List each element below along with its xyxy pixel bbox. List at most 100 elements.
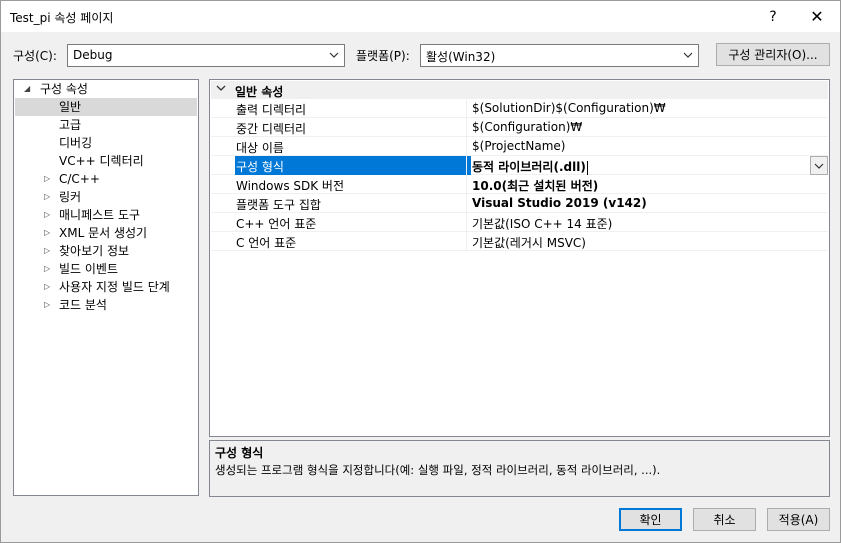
tree-item[interactable]: VC++ 디렉터리 bbox=[15, 152, 197, 170]
tree-item-label: VC++ 디렉터리 bbox=[59, 154, 144, 168]
tree-item-label: 매니페스트 도구 bbox=[59, 208, 141, 222]
property-name: 출력 디렉터리 bbox=[236, 103, 307, 117]
tree-item-label: 고급 bbox=[59, 118, 82, 132]
property-value: 기본값(ISO C++ 14 표준) bbox=[472, 215, 612, 232]
property-value-text: $(SolutionDir)$(Configuration)₩ bbox=[472, 101, 666, 115]
tree-item-label: 일반 bbox=[59, 100, 82, 114]
property-value-text: 기본값(ISO C++ 14 표준) bbox=[472, 217, 613, 231]
column-divider[interactable] bbox=[466, 118, 467, 137]
tree-item-label: 찾아보기 정보 bbox=[59, 244, 130, 258]
description-text: 생성되는 프로그램 형식을 지정합니다(예: 실행 파일, 정적 라이브러리, … bbox=[215, 463, 661, 477]
property-name: Windows SDK 버전 bbox=[236, 179, 345, 193]
property-pages-dialog: Test_pi 속성 페이지 ? ✕ 구성(C): Debug 플랫폼(P): … bbox=[0, 0, 841, 543]
tree-item[interactable]: ▷ 사용자 지정 빌드 단계 bbox=[15, 278, 197, 296]
property-value-text: Visual Studio 2019 (v142) bbox=[472, 196, 647, 210]
tree-item[interactable]: 일반 bbox=[15, 98, 197, 116]
expand-triangle-icon[interactable]: ▷ bbox=[44, 188, 50, 206]
tree-item[interactable]: 고급 bbox=[15, 116, 197, 134]
column-divider[interactable] bbox=[466, 213, 467, 232]
property-value: $(Configuration)₩ bbox=[472, 120, 582, 134]
property-value-text: 기본값(레거시 MSVC) bbox=[472, 236, 586, 250]
chevron-down-icon bbox=[328, 48, 340, 62]
property-row[interactable]: 대상 이름 $(ProjectName) bbox=[211, 137, 828, 156]
window-title: Test_pi 속성 페이지 bbox=[10, 11, 114, 25]
configuration-label: 구성(C): bbox=[13, 49, 57, 63]
expand-triangle-icon[interactable]: ▷ bbox=[44, 296, 50, 314]
tree-item-label: C/C++ bbox=[59, 172, 100, 186]
tree-item[interactable]: ▷ 빌드 이벤트 bbox=[15, 260, 197, 278]
text-caret bbox=[586, 160, 588, 175]
expand-triangle-icon[interactable]: ▷ bbox=[44, 206, 50, 224]
property-grid[interactable]: 일반 속성 출력 디렉터리 $(SolutionDir)$(Configurati… bbox=[209, 79, 830, 437]
configuration-value: Debug bbox=[73, 48, 113, 62]
description-panel: 구성 형식 생성되는 프로그램 형식을 지정합니다(예: 실행 파일, 정적 라… bbox=[209, 440, 830, 497]
tree-item-label: 빌드 이벤트 bbox=[59, 262, 119, 276]
column-divider[interactable] bbox=[466, 232, 467, 251]
property-name: C++ 언어 표준 bbox=[236, 217, 317, 231]
tree-item[interactable]: ▷ XML 문서 생성기 bbox=[15, 224, 197, 242]
category-label: 일반 속성 bbox=[235, 85, 284, 99]
tree-item[interactable]: ▷ 매니페스트 도구 bbox=[15, 206, 197, 224]
property-value-text: $(ProjectName) bbox=[472, 139, 566, 153]
configuration-combo[interactable]: Debug bbox=[67, 44, 345, 67]
column-divider[interactable] bbox=[466, 156, 467, 175]
property-row[interactable]: C 언어 표준 기본값(레거시 MSVC) bbox=[211, 232, 828, 251]
property-name: C 언어 표준 bbox=[236, 236, 297, 250]
collapse-chevron-icon[interactable] bbox=[216, 83, 226, 96]
column-divider[interactable] bbox=[466, 175, 467, 194]
expand-triangle-icon[interactable]: ▷ bbox=[44, 170, 50, 188]
tree-item[interactable]: ▷ C/C++ bbox=[15, 170, 197, 188]
tree-item[interactable]: ▷ 찾아보기 정보 bbox=[15, 242, 197, 260]
property-value: Visual Studio 2019 (v142) bbox=[472, 196, 647, 210]
property-value-text: 10.0(최근 설치된 버전) bbox=[472, 179, 599, 193]
platform-value: 활성(Win32) bbox=[426, 50, 496, 64]
chevron-down-icon bbox=[682, 48, 694, 62]
platform-label: 플랫폼(P): bbox=[356, 49, 410, 63]
expand-triangle-icon[interactable]: ▷ bbox=[44, 242, 50, 260]
property-value: $(SolutionDir)$(Configuration)₩ bbox=[472, 101, 666, 115]
column-divider[interactable] bbox=[466, 194, 467, 213]
title-bar: Test_pi 속성 페이지 ? ✕ bbox=[1, 1, 840, 32]
property-tree[interactable]: ◢ 구성 속성 일반고급디버깅 VC++ 디렉터리 ▷ C/C++ ▷ 링커 ▷ 매니페스트 … bbox=[13, 79, 199, 496]
cancel-button[interactable]: 취소 bbox=[693, 508, 756, 531]
property-row[interactable]: 플랫폼 도구 집합 Visual Studio 2019 (v142) bbox=[211, 194, 828, 213]
property-row[interactable]: 구성 형식 동적 라이브러리(.dll) bbox=[211, 156, 828, 175]
expand-triangle-icon[interactable]: ▷ bbox=[44, 224, 50, 242]
ok-button[interactable]: 확인 bbox=[619, 508, 682, 531]
property-value: 기본값(레거시 MSVC) bbox=[472, 234, 586, 251]
help-button[interactable]: ? bbox=[753, 1, 793, 32]
tree-item-label: 코드 분석 bbox=[59, 298, 107, 312]
property-value: $(ProjectName) bbox=[472, 139, 565, 153]
property-name: 플랫폼 도구 집합 bbox=[236, 198, 321, 212]
expand-triangle-icon[interactable]: ▷ bbox=[44, 278, 50, 296]
property-value[interactable]: 동적 라이브러리(.dll) bbox=[472, 158, 588, 175]
property-value: 10.0(최근 설치된 버전) bbox=[472, 177, 598, 194]
tree-item-configuration-properties[interactable]: ◢ 구성 속성 bbox=[15, 80, 197, 98]
close-button[interactable]: ✕ bbox=[797, 1, 837, 32]
expanded-triangle-icon[interactable]: ◢ bbox=[24, 80, 30, 98]
property-name: 중간 디렉터리 bbox=[236, 122, 307, 136]
property-name: 대상 이름 bbox=[236, 141, 284, 155]
tree-item-label: XML 문서 생성기 bbox=[59, 226, 148, 240]
tree-item[interactable]: 디버깅 bbox=[15, 134, 197, 152]
tree-item-label: 구성 속성 bbox=[40, 82, 88, 96]
tree-item[interactable]: ▷ 링커 bbox=[15, 188, 197, 206]
column-divider[interactable] bbox=[466, 99, 467, 118]
property-value-text: $(Configuration)₩ bbox=[472, 120, 583, 134]
value-dropdown-button[interactable] bbox=[810, 156, 828, 175]
tree-item-label: 디버깅 bbox=[59, 136, 93, 150]
expand-triangle-icon[interactable]: ▷ bbox=[44, 260, 50, 278]
property-row[interactable]: Windows SDK 버전 10.0(최근 설치된 버전) bbox=[211, 175, 828, 194]
description-title: 구성 형식 bbox=[215, 446, 264, 460]
property-row[interactable]: 중간 디렉터리 $(Configuration)₩ bbox=[211, 118, 828, 137]
property-name: 구성 형식 bbox=[235, 156, 471, 175]
apply-button[interactable]: 적용(A) bbox=[767, 508, 830, 531]
property-row[interactable]: C++ 언어 표준 기본값(ISO C++ 14 표준) bbox=[211, 213, 828, 232]
tree-item-label: 링커 bbox=[59, 190, 82, 204]
category-row[interactable]: 일반 속성 bbox=[211, 81, 828, 99]
property-row[interactable]: 출력 디렉터리 $(SolutionDir)$(Configuration)₩ bbox=[211, 99, 828, 118]
configuration-manager-button[interactable]: 구성 관리자(O)... bbox=[716, 43, 830, 66]
tree-item[interactable]: ▷ 코드 분석 bbox=[15, 296, 197, 314]
platform-combo[interactable]: 활성(Win32) bbox=[420, 44, 699, 67]
column-divider[interactable] bbox=[466, 137, 467, 156]
